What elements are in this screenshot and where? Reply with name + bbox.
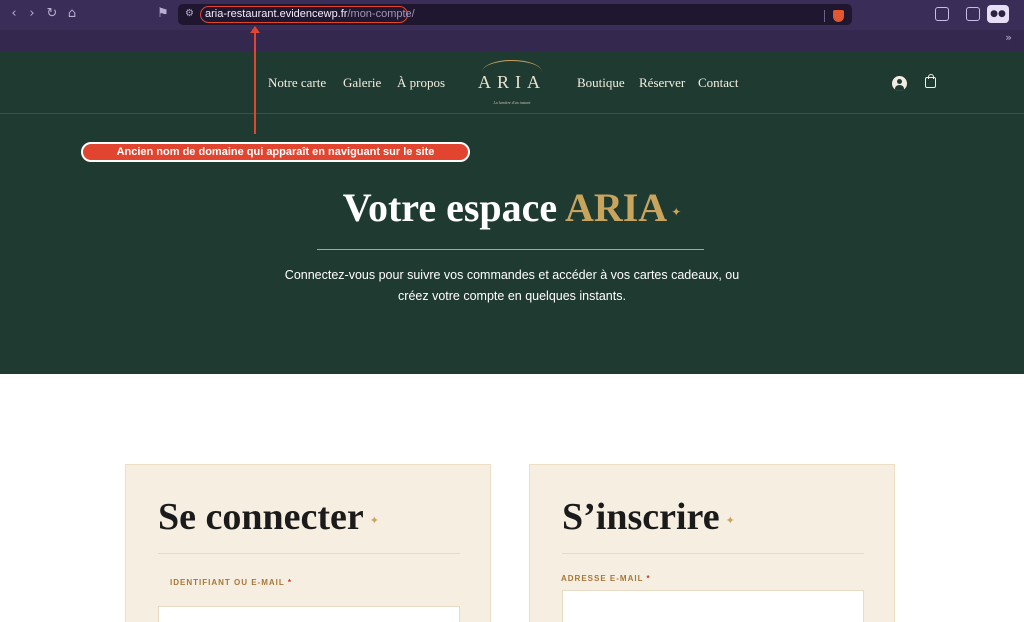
register-card: S’inscrire ✦ ADRESSE E-MAIL *: [529, 464, 895, 622]
bookmark-icon[interactable]: ⚑: [155, 6, 171, 22]
account-icon[interactable]: [892, 76, 907, 91]
browser-chrome: ‹ › ↻ ⌂ ⚑ ⚙ aria-restaurant.evidencewp.f…: [0, 0, 1024, 52]
login-divider: [158, 553, 460, 554]
url-text[interactable]: aria-restaurant.evidencewp.fr/mon-compte…: [205, 7, 415, 22]
login-card: Se connecter ✦ IDENTIFIANT OU E-MAIL *: [125, 464, 491, 622]
reload-icon[interactable]: ↻: [44, 6, 60, 22]
page-title: Votre espace ARIA ✦: [0, 184, 1024, 231]
login-title: Se connecter ✦: [158, 496, 379, 538]
annotation-callout: Ancien nom de domaine qui apparaît en na…: [81, 142, 470, 162]
nav-galerie[interactable]: Galerie: [343, 75, 381, 91]
register-title: S’inscrire ✦: [562, 496, 735, 538]
page-title-accent: ARIA: [564, 185, 668, 230]
hero-subtitle: Connectez-vous pour suivre vos commandes…: [270, 265, 754, 307]
logo-wordmark: ARIA: [478, 72, 546, 92]
nav-contact[interactable]: Contact: [698, 75, 738, 91]
url-separator: [824, 10, 825, 22]
home-icon[interactable]: ⌂: [64, 6, 80, 22]
page-title-prefix: Votre espace: [342, 185, 558, 230]
sparkle-icon: ✦: [369, 513, 379, 527]
reader-icon[interactable]: [935, 7, 949, 21]
hero-subtitle-line2: créez votre compte en quelques instants.: [398, 289, 626, 303]
login-username-label: IDENTIFIANT OU E-MAIL *: [170, 578, 292, 587]
forward-icon[interactable]: ›: [24, 6, 40, 22]
nav-a-propos[interactable]: À propos: [397, 75, 445, 91]
register-divider: [562, 553, 864, 554]
sparkle-icon: ✦: [671, 204, 682, 219]
bookmarks-bar: »: [0, 30, 1024, 52]
browser-toolbar: ‹ › ↻ ⌂ ⚑ ⚙ aria-restaurant.evidencewp.f…: [0, 0, 1024, 30]
site-settings-icon[interactable]: ⚙: [185, 7, 197, 21]
sparkle-icon: ✦: [725, 513, 735, 527]
nav-reserver[interactable]: Réserver: [639, 75, 685, 91]
login-username-input[interactable]: [158, 606, 460, 622]
brave-shield-icon[interactable]: [833, 10, 844, 22]
back-icon[interactable]: ‹: [6, 6, 22, 22]
logo-tagline: La lumière d'un instant: [493, 100, 531, 105]
bookmarks-overflow-icon[interactable]: »: [1005, 31, 1012, 44]
nav-notre-carte[interactable]: Notre carte: [268, 75, 326, 91]
sidebar-icon[interactable]: [966, 7, 980, 21]
register-email-label: ADRESSE E-MAIL *: [561, 574, 651, 583]
register-email-input[interactable]: [562, 590, 864, 622]
annotation-arrow-line: [254, 30, 256, 134]
cart-icon[interactable]: [925, 74, 936, 88]
extension-icon[interactable]: ●●: [987, 5, 1009, 23]
nav-boutique[interactable]: Boutique: [577, 75, 625, 91]
address-bar[interactable]: ⚙ aria-restaurant.evidencewp.fr/mon-comp…: [178, 4, 852, 25]
hero-divider: [317, 249, 704, 250]
site-header: Notre carte Galerie À propos ARIA La lum…: [0, 52, 1024, 114]
site-logo[interactable]: ARIA La lumière d'un instant: [474, 58, 550, 110]
hero-subtitle-line1: Connectez-vous pour suivre vos commandes…: [284, 268, 740, 282]
